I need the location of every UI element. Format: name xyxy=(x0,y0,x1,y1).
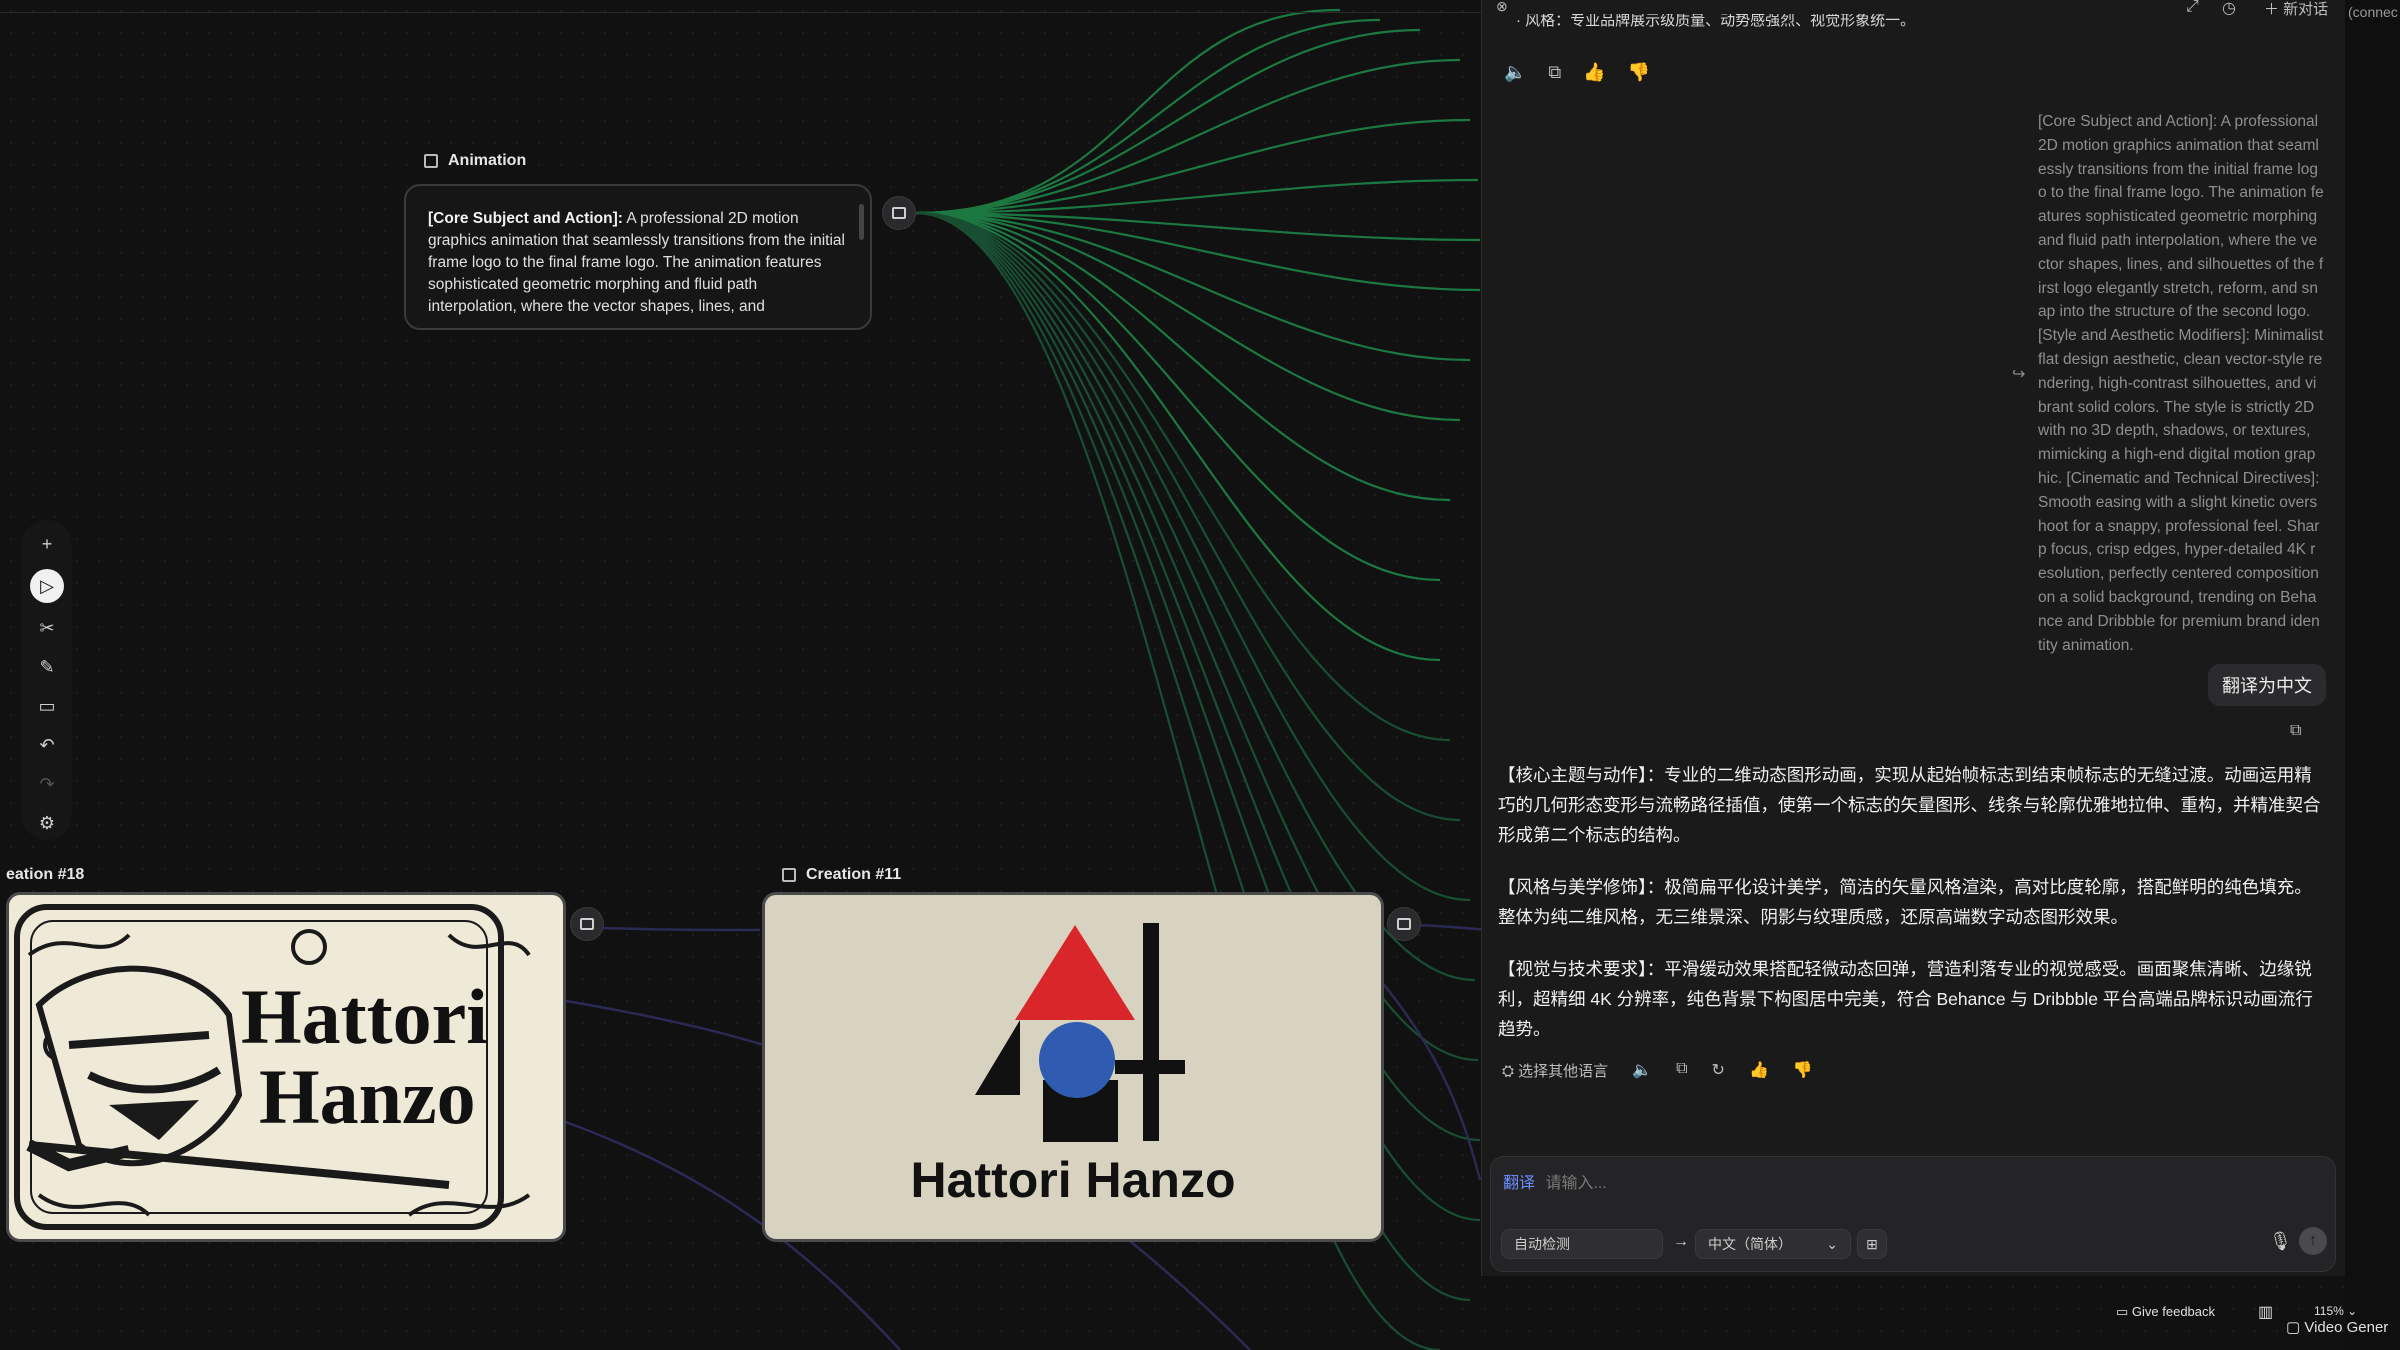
image-port-icon xyxy=(580,918,594,930)
video-generator-label: Video Gener xyxy=(2304,1319,2389,1336)
pen-icon[interactable]: ✎ xyxy=(33,653,61,681)
image-node-11-header[interactable]: Creation #11 xyxy=(782,866,901,884)
new-chat-label: 新对话 xyxy=(2283,1,2329,18)
user-message: [Core Subject and Action]: A professiona… xyxy=(2038,113,2324,654)
scan-icon[interactable]: ⊞ xyxy=(1857,1229,1887,1259)
hattori-hanzo-geometric-logo: Hattori Hanzo xyxy=(911,923,1236,1208)
image-port-icon xyxy=(1397,918,1411,930)
speaker-icon[interactable]: 🔈 xyxy=(1504,62,1526,83)
translate-button-label: 翻译为中文 xyxy=(2222,676,2312,696)
settings-icon[interactable]: ⚙ xyxy=(33,809,61,837)
redo-icon[interactable]: ↷ xyxy=(33,770,61,798)
translate-mode-tag[interactable]: 翻译 xyxy=(1503,1175,1535,1192)
give-feedback-label: Give feedback xyxy=(2131,1304,2216,1319)
image-node-18-title: eation #18 xyxy=(6,866,85,883)
history-icon[interactable]: ◷ xyxy=(2222,0,2236,18)
right-edge xyxy=(2345,0,2400,1350)
green-connection-line xyxy=(915,58,1461,215)
new-chat-button[interactable]: ＋ 新对话 xyxy=(2264,0,2328,19)
geometric-logo-text: Hattori Hanzo xyxy=(911,1152,1236,1208)
choose-language-button[interactable]: ⛭ 选择其他语言 xyxy=(1502,1060,1608,1081)
chat-input-placeholder[interactable]: 请输入... xyxy=(1545,1175,1606,1192)
arrow-right-icon: → xyxy=(1673,1233,1689,1250)
connect-label: (connec xyxy=(2348,4,2398,20)
image-node-icon xyxy=(782,868,796,882)
thumbs-down-icon[interactable]: 👎 xyxy=(1628,62,1650,83)
give-feedback-button[interactable]: ▭ Give feedback xyxy=(2116,1304,2215,1320)
send-button[interactable]: ↑ xyxy=(2299,1227,2327,1255)
zoom-value: 115% xyxy=(2314,1304,2344,1318)
image-node-11-title: Creation #11 xyxy=(806,866,902,883)
ornate-logo-text-1: Hattori xyxy=(241,973,488,1060)
target-language-value: 中文（简体） xyxy=(1708,1236,1792,1252)
text-node-output-port[interactable] xyxy=(882,196,916,230)
scissors-icon[interactable]: ✂ xyxy=(33,614,61,642)
previous-message-actions: 🔈 ⧉ 👍 👎 xyxy=(1504,62,1650,83)
previous-message-truncated: · 风格：专业品牌展示级质量、动势感强烈、视觉形象统一。 xyxy=(1516,14,1916,29)
reply-actions: ⛭ 选择其他语言 🔈 ⧉ ↻ 👍 👎 xyxy=(1502,1060,1813,1081)
copy-icon[interactable]: ⧉ xyxy=(1548,62,1561,83)
text-node-header[interactable]: Animation xyxy=(424,152,526,170)
reply-arrow-icon[interactable]: ↪ xyxy=(2012,364,2025,384)
top-border xyxy=(0,12,1481,13)
comment-icon[interactable]: ▭ xyxy=(33,692,61,720)
image-node-creation-11[interactable]: Hattori Hanzo xyxy=(762,892,1384,1242)
thumbs-up-icon[interactable]: 👍 xyxy=(1749,1060,1769,1081)
hattori-hanzo-ornate-logo: Hattori Hanzo xyxy=(14,904,531,1230)
green-connection-line xyxy=(915,211,1461,822)
image-node-18-output-port[interactable] xyxy=(570,907,604,941)
port-icon xyxy=(892,207,906,219)
zoom-level[interactable]: 115% ⌄ xyxy=(2314,1304,2357,1318)
reply-paragraph-2: 【风格与美学修饰】：极简扁平化设计美学，简洁的矢量风格渲染，高对比度轮廓，搭配鲜… xyxy=(1498,877,2312,927)
source-language-select[interactable]: 自动检测 xyxy=(1501,1229,1663,1259)
undo-icon[interactable]: ↶ xyxy=(33,731,61,759)
chat-input-box[interactable]: 翻译 请输入... 自动检测 → 中文（简体） ⌄ ⊞ 🎙 ↑ xyxy=(1490,1156,2336,1272)
text-node-scrollbar[interactable] xyxy=(859,204,864,240)
text-node-bold-lead: [Core Subject and Action]: xyxy=(428,210,623,227)
image-node-creation-18[interactable]: Hattori Hanzo xyxy=(6,892,566,1242)
map-icon[interactable]: ▥ xyxy=(2258,1302,2273,1322)
reply-paragraph-1: 【核心主题与动作】：专业的二维动态图形动画，实现从起始帧标志到结束帧标志的无缝过… xyxy=(1498,765,2321,845)
canvas-toolbar: + ▷ ✂ ✎ ▭ ↶ ↷ ⚙ xyxy=(22,520,72,840)
text-node-title: Animation xyxy=(448,152,527,169)
video-generator-tab[interactable]: ▢ Video Gener xyxy=(2286,1318,2388,1336)
green-connection-line xyxy=(915,118,1471,215)
regenerate-icon[interactable]: ↻ xyxy=(1712,1060,1725,1081)
microphone-icon[interactable]: 🎙 xyxy=(2269,1231,2292,1252)
green-connection-line xyxy=(915,211,1441,582)
image-node-11-output-port[interactable] xyxy=(1387,907,1421,941)
prompt-text-node[interactable]: [Core Subject and Action]: A professiona… xyxy=(404,184,872,330)
pointer-icon[interactable]: ▷ xyxy=(30,569,64,603)
translate-to-chinese-button[interactable]: 翻译为中文 xyxy=(2208,664,2326,706)
link-creation18-to-creation11 xyxy=(599,926,761,932)
text-node-icon xyxy=(424,154,438,168)
expand-icon[interactable]: ⤢ xyxy=(2186,0,2199,16)
chevron-down-icon: ⌄ xyxy=(1826,1235,1838,1252)
reply-paragraph-3: 【视觉与技术要求】：平滑缓动效果搭配轻微动态回弹，营造利落专业的视觉感受。画面聚… xyxy=(1498,959,2313,1039)
source-language-value: 自动检测 xyxy=(1514,1236,1570,1252)
green-connection-line xyxy=(915,211,1451,742)
choose-language-label: 选择其他语言 xyxy=(1518,1063,1609,1080)
copy-icon[interactable]: ⧉ xyxy=(1676,1060,1687,1081)
copy-icon[interactable]: ⧉ xyxy=(2290,722,2301,740)
thumbs-down-icon[interactable]: 👎 xyxy=(1793,1060,1813,1081)
image-node-18-header[interactable]: eation #18 xyxy=(6,866,84,884)
ornate-logo-text-2: Hanzo xyxy=(259,1053,476,1140)
green-connection-line xyxy=(915,211,1441,662)
thumbs-up-icon[interactable]: 👍 xyxy=(1583,62,1605,83)
close-icon[interactable]: ⊗ xyxy=(1496,0,1508,15)
speaker-icon[interactable]: 🔈 xyxy=(1632,1060,1652,1081)
plus-icon[interactable]: + xyxy=(33,530,61,558)
target-language-select[interactable]: 中文（简体） ⌄ xyxy=(1695,1229,1851,1259)
